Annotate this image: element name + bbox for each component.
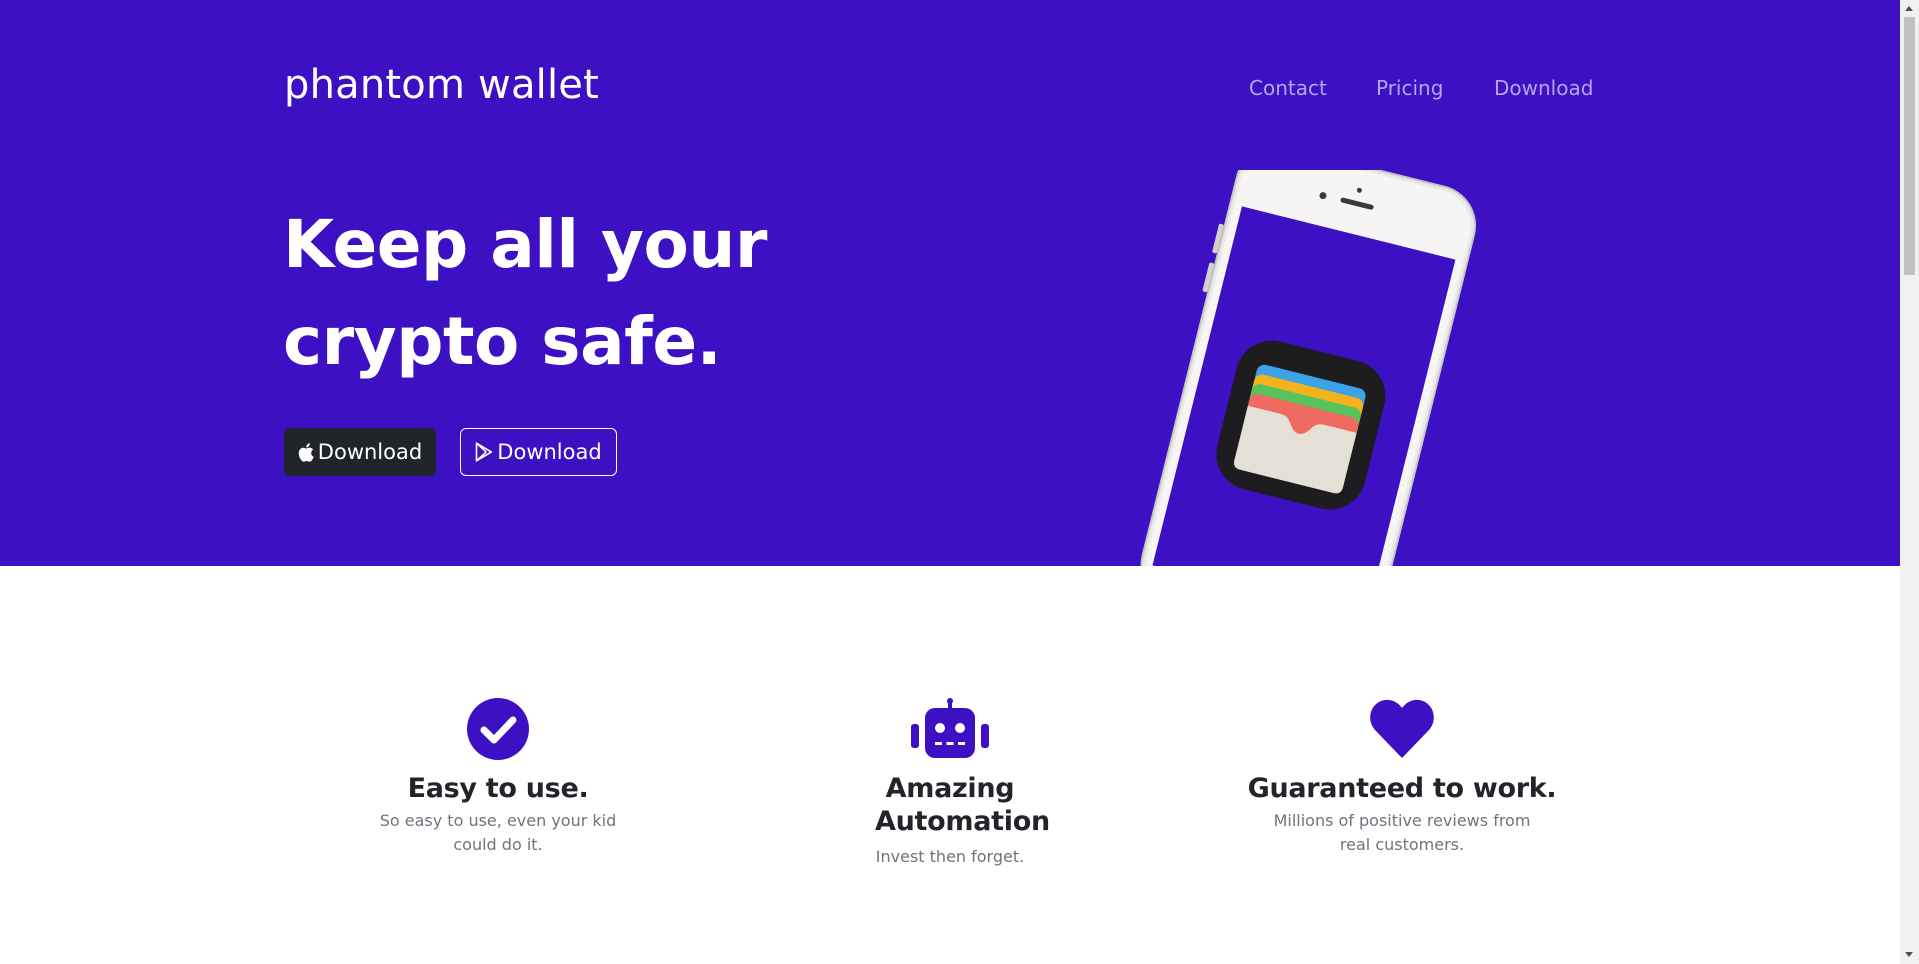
- brand-logo[interactable]: phantom wallet: [284, 62, 599, 108]
- apple-icon: [298, 442, 314, 462]
- feature-title: Guaranteed to work.: [1247, 773, 1557, 804]
- feature-description: Millions of positive reviews from real c…: [1273, 811, 1531, 854]
- scroll-down-arrow-icon[interactable]: [1905, 952, 1913, 957]
- feature-description: So easy to use, even your kid could do i…: [379, 811, 617, 854]
- google-play-download-label: Download: [497, 440, 602, 464]
- check-circle-icon: [467, 698, 529, 760]
- phone-illustration: [1140, 170, 1477, 566]
- google-play-download-button[interactable]: Download: [460, 428, 617, 476]
- feature-title: Amazing Automation: [875, 773, 1050, 837]
- apple-download-button[interactable]: Download: [284, 428, 436, 476]
- hero-headline-line-2: crypto safe.: [283, 303, 722, 380]
- nav-download-link[interactable]: Download: [1494, 76, 1593, 100]
- heart-icon: [1370, 699, 1434, 758]
- hero-headline-line-1: Keep all your: [283, 206, 767, 283]
- hero-headline: Keep all your crypto safe.: [283, 196, 843, 390]
- feature-guaranteed-to-work: Guaranteed to work. Millions of positive…: [1237, 698, 1567, 857]
- feature-easy-to-use: Easy to use. So easy to use, even your k…: [333, 698, 663, 857]
- landing-page: phantom wallet Contact Pricing Download …: [0, 0, 1919, 964]
- scroll-up-arrow-icon[interactable]: [1905, 6, 1913, 11]
- scrollbar-thumb[interactable]: [1904, 17, 1915, 275]
- feature-title: Easy to use.: [407, 773, 589, 804]
- google-play-icon: [475, 442, 493, 462]
- hero-section: phantom wallet Contact Pricing Download …: [0, 0, 1900, 566]
- nav-pricing-link[interactable]: Pricing: [1376, 76, 1443, 100]
- feature-description: Invest then forget.: [875, 847, 1025, 866]
- feature-amazing-automation: Amazing Automation Invest then forget.: [785, 698, 1115, 869]
- apple-download-label: Download: [317, 440, 423, 464]
- robot-icon: [911, 698, 989, 758]
- nav-contact-link[interactable]: Contact: [1249, 76, 1327, 100]
- vertical-scrollbar[interactable]: [1900, 0, 1919, 964]
